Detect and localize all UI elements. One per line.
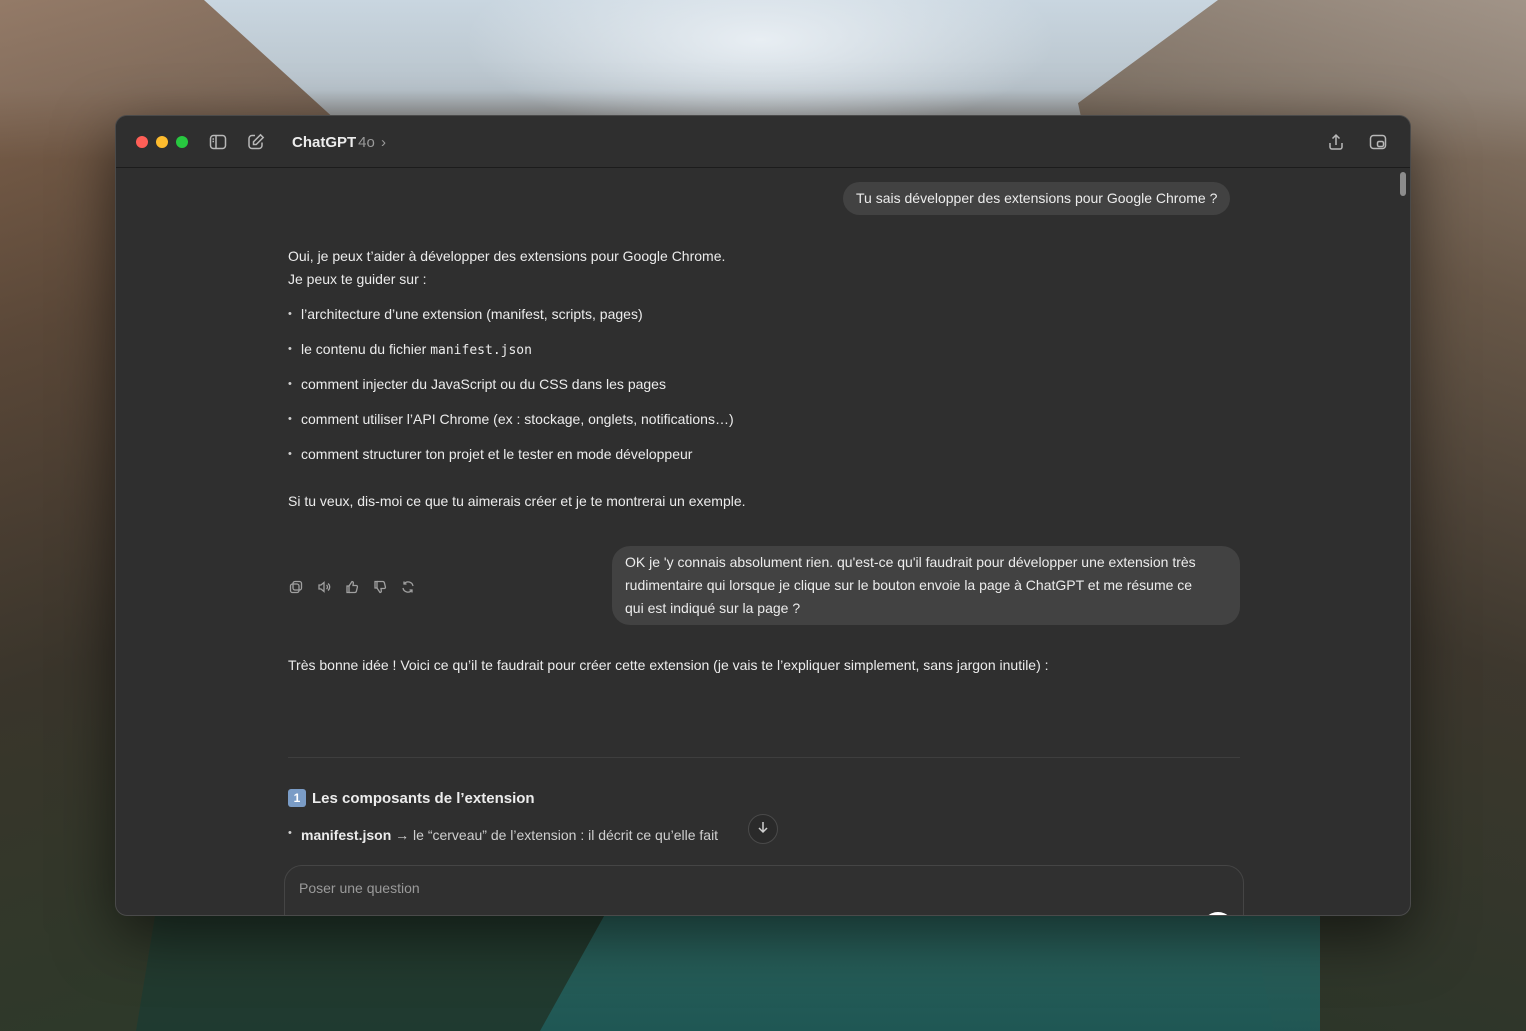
list-item: comment structurer ton projet et le test…	[288, 443, 734, 478]
inline-code: manifest.json	[430, 343, 532, 358]
model-selector[interactable]: ChatGPT 4o ›	[292, 134, 386, 151]
close-window-button[interactable]	[136, 136, 148, 148]
zoom-window-button[interactable]	[176, 136, 188, 148]
list-item-text: le contenu du fichier	[301, 341, 431, 357]
list-item: le contenu du fichier manifest.json	[288, 338, 734, 373]
model-label: 4o	[358, 134, 375, 151]
regenerate-icon[interactable]	[400, 579, 416, 595]
list-item-bold: manifest.json	[301, 827, 392, 843]
divider	[288, 757, 1240, 758]
section-heading: 1 Les composants de l’extension	[288, 789, 535, 807]
user-message-text: Tu sais développer des extensions pour G…	[856, 190, 1218, 206]
assistant-message-intro: Très bonne idée ! Voici ce qu’il te faud…	[288, 657, 1049, 673]
arrow-down-icon	[756, 820, 770, 839]
new-chat-icon[interactable]	[246, 132, 266, 152]
user-message: OK je 'y connais absolument rien. qu'est…	[612, 546, 1240, 625]
share-icon[interactable]	[1326, 132, 1346, 152]
assistant-message-outro: Si tu veux, dis-moi ce que tu aimerais c…	[288, 493, 746, 509]
waveform-icon	[1208, 916, 1228, 917]
assistant-intro-line: Je peux te guider sur :	[288, 271, 427, 287]
list-item: comment injecter du JavaScript ou du CSS…	[288, 373, 734, 408]
thumbs-down-icon[interactable]	[372, 579, 388, 595]
assistant-intro-line: Oui, je peux t’aider à développer des ex…	[288, 248, 726, 264]
list-item: manifest.json → le “cerveau” de l’extens…	[288, 827, 718, 843]
thumbs-up-icon[interactable]	[344, 579, 360, 595]
minimize-window-button[interactable]	[156, 136, 168, 148]
list-item-text: comment injecter du JavaScript ou du CSS…	[301, 376, 666, 392]
sidebar-toggle-icon[interactable]	[208, 132, 228, 152]
titlebar: ChatGPT 4o ›	[116, 116, 1410, 168]
chatgpt-window: ChatGPT 4o › Tu sais développer des exten…	[115, 115, 1411, 916]
prompt-input[interactable]	[299, 880, 1099, 896]
composer: 4o	[284, 865, 1244, 917]
assistant-message-intro: Oui, je peux t’aider à développer des ex…	[288, 245, 725, 291]
conversation-area[interactable]: Tu sais développer des extensions pour G…	[116, 169, 1410, 915]
user-message: Tu sais développer des extensions pour G…	[843, 182, 1231, 215]
list-item-text: comment structurer ton projet et le test…	[301, 446, 693, 462]
assistant-bullet-list: l’architecture d’une extension (manifest…	[288, 303, 734, 478]
list-item: l’architecture d’une extension (manifest…	[288, 303, 734, 338]
list-item-text: → le “cerveau” de l’extension : il décri…	[391, 827, 719, 843]
voice-mode-button[interactable]	[1202, 912, 1234, 917]
message-actions	[288, 579, 416, 595]
app-title: ChatGPT	[292, 134, 357, 151]
companion-window-icon[interactable]	[1368, 132, 1388, 152]
list-item-text: l’architecture d’une extension (manifest…	[301, 306, 643, 322]
keycap-number-icon: 1	[288, 789, 306, 807]
scroll-to-bottom-button[interactable]	[748, 814, 778, 844]
copy-icon[interactable]	[288, 579, 304, 595]
user-message-line: qui est indiqué sur la page ?	[625, 600, 801, 616]
list-item: comment utiliser l’API Chrome (ex : stoc…	[288, 408, 734, 443]
scrollbar[interactable]	[1400, 172, 1406, 196]
read-aloud-icon[interactable]	[316, 579, 332, 595]
list-item-text: comment utiliser l’API Chrome (ex : stoc…	[301, 411, 734, 427]
user-message-line: OK je 'y connais absolument rien. qu'est…	[625, 554, 1196, 570]
user-message-line: rudimentaire qui lorsque je clique sur l…	[625, 577, 1193, 593]
chevron-right-icon: ›	[381, 134, 387, 151]
section-heading-text: Les composants de l’extension	[312, 789, 535, 807]
